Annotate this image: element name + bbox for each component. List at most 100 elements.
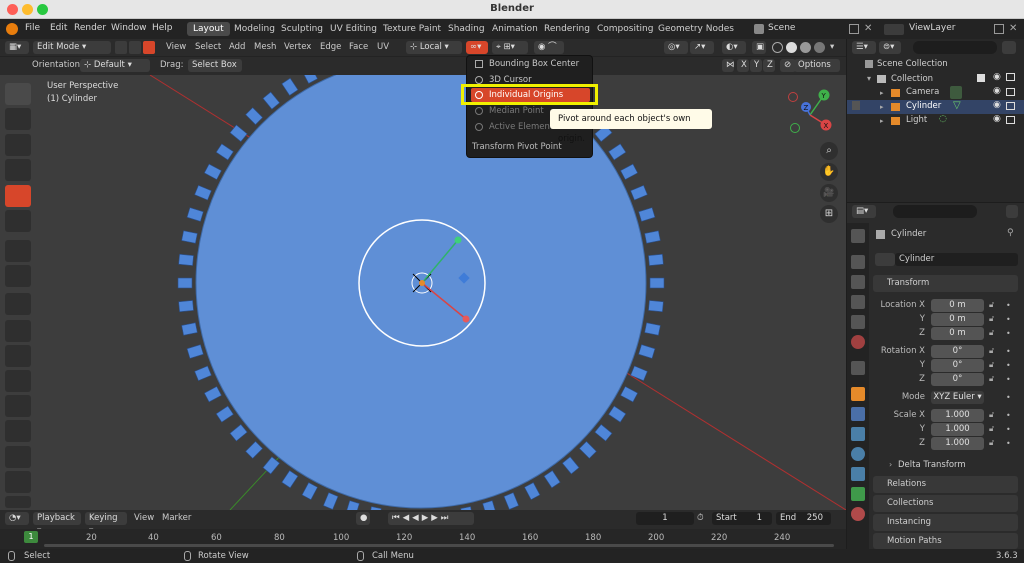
cursor-tool-icon[interactable] [5,108,31,130]
pivot-bounding-box-center[interactable]: Bounding Box Center [471,57,590,71]
new-view-layer-icon[interactable] [994,24,1004,34]
poly-build-tool-icon[interactable] [5,446,31,468]
perspective-toggle-icon[interactable]: ⊞ [820,205,838,223]
material-tab-icon[interactable] [851,507,865,521]
render-camera-icon[interactable] [1006,102,1015,110]
scene-name[interactable]: Scene [768,23,795,33]
blender-logo-icon[interactable] [6,23,18,35]
expand-icon[interactable]: ▸ [880,89,884,97]
scene-icon[interactable] [754,24,764,34]
tab-layout[interactable]: Layout [187,22,230,36]
view-layer-name[interactable]: ViewLayer [909,23,955,33]
proportional-edit-button[interactable]: ◉ ⌒ [534,41,564,54]
lock-location-y-icon[interactable]: 🔓︎ [989,314,994,324]
annotate-tool-icon[interactable] [5,240,31,262]
spin-tool-icon[interactable] [5,471,31,493]
pin-icon[interactable]: ⚲ [1007,228,1014,238]
particles-tab-icon[interactable] [851,427,865,441]
keyframe-scale-y-icon[interactable]: • [1006,425,1011,434]
keyframe-rotation-y-icon[interactable]: • [1006,361,1011,370]
tab-sculpting[interactable]: Sculpting [275,22,329,36]
editor-type-icon[interactable]: ▦▾ [5,41,29,54]
menu-view[interactable]: View [166,42,186,52]
menu-uv[interactable]: UV [377,42,389,52]
data-tab-icon[interactable] [851,487,865,501]
hide-eye-icon[interactable]: ◉ [993,86,1001,96]
select-box-tool-icon[interactable] [5,83,31,105]
tool-tab-icon[interactable] [851,229,865,243]
object-data-type-icon[interactable] [875,253,895,266]
outliner-row-camera[interactable]: ▸ Camera ◉ [847,86,1024,100]
bevel-tool-icon[interactable] [5,370,31,392]
hide-eye-icon[interactable]: ◉ [993,72,1001,82]
timeline-ruler[interactable]: 1 20 40 60 80 100 120 140 160 180 200 22… [0,529,846,549]
menu-edit[interactable]: Edit [50,23,67,33]
collection-label[interactable]: Collection [891,74,933,84]
render-camera-icon[interactable] [1006,116,1015,124]
shading-options-icon[interactable]: ▾ [830,42,834,52]
outliner-options-icon[interactable] [1002,41,1016,54]
delete-scene-icon[interactable]: ✕ [864,23,872,34]
tab-texture-paint[interactable]: Texture Paint [377,22,447,36]
render-camera-icon[interactable] [1006,88,1015,96]
material-shading-icon[interactable] [800,42,811,53]
render-camera-icon[interactable] [1006,73,1015,81]
outliner-filter-icon[interactable]: ⊜▾ [879,41,901,54]
rotate-tool-icon[interactable] [5,159,31,181]
lock-rotation-y-icon[interactable]: 🔓︎ [989,360,994,370]
outliner-side-icon[interactable] [852,101,860,110]
rotation-y-field[interactable]: 0° [931,359,984,372]
menu-mesh[interactable]: Mesh [254,42,276,52]
delta-transform-expand-icon[interactable]: › [889,460,892,469]
exclude-checkbox[interactable] [977,74,985,82]
playback-menu[interactable]: Playback ▾ [33,512,81,536]
scale-y-field[interactable]: 1.000 [931,423,984,436]
transform-orientation-dropdown[interactable]: ⊹ Local ▾ [406,41,462,54]
outliner-editor-type-icon[interactable]: ☰▾ [852,41,876,54]
modifier-tab-icon[interactable] [851,407,865,421]
timeline-editor-type-icon[interactable]: ◔▾ [5,512,29,525]
gizmo-toggle-icon[interactable]: ↗▾ [690,41,714,54]
pivot-point-button[interactable]: ∞▾ [466,41,488,54]
location-x-field[interactable]: 0 m [931,299,984,312]
overlay-toggle-icon[interactable]: ◐▾ [722,41,746,54]
lock-scale-x-icon[interactable]: 🔓︎ [989,410,994,420]
outliner-row-light[interactable]: ▸ Light ◌ ◉ [847,114,1024,128]
xray-toggle-icon[interactable]: ▣ [752,41,766,54]
add-cube-tool-icon[interactable] [5,293,31,315]
rotation-mode-dropdown[interactable]: XYZ Euler ▾ [931,391,984,404]
end-frame-field[interactable]: End 250 [776,512,831,525]
tab-rendering[interactable]: Rendering [538,22,596,36]
current-frame-marker[interactable]: 1 [24,531,38,543]
physics-tab-icon[interactable] [851,447,865,461]
scene-tab-icon[interactable] [851,315,865,329]
measure-tool-icon[interactable] [5,265,31,287]
properties-options-icon[interactable] [1006,205,1018,218]
3d-viewport[interactable]: User Perspective (1) Cylinder Y X Z ⌕ ✋ … [0,75,846,510]
menu-vertex[interactable]: Vertex [284,42,311,52]
menu-window[interactable]: Window [111,23,147,33]
properties-search-input[interactable] [893,205,977,218]
keyframe-rotation-x-icon[interactable]: • [1006,347,1011,356]
start-frame-field[interactable]: Start 1 [712,512,772,525]
navigation-gizmo[interactable]: Y X Z [784,85,840,141]
location-z-field[interactable]: 0 m [931,327,984,340]
timeline-marker-menu[interactable]: Marker [162,513,191,523]
motion-paths-panel-header[interactable]: Motion Paths [873,533,1018,549]
scale-x-field[interactable]: 1.000 [931,409,984,422]
outliner-row-cylinder[interactable]: ▸ Cylinder ▽ ◉ [847,100,1024,114]
lock-rotation-z-icon[interactable]: 🔓︎ [989,374,994,384]
timeline-scrollbar[interactable] [44,544,834,547]
extrude-tool-icon[interactable] [5,320,31,342]
record-icon[interactable]: ● [356,512,370,525]
keying-menu[interactable]: Keying ▾ [85,512,127,536]
keyframe-location-x-icon[interactable]: • [1006,301,1011,310]
menu-add[interactable]: Add [229,42,245,52]
location-y-field[interactable]: 0 m [931,313,984,326]
transform-tool-icon[interactable] [5,210,31,232]
mode-dropdown[interactable]: Edit Mode ▾ [33,41,111,54]
collection-tab-icon[interactable] [851,361,865,375]
render-tab-icon[interactable] [851,255,865,269]
hide-eye-icon[interactable]: ◉ [993,114,1001,124]
constraints-tab-icon[interactable] [851,467,865,481]
